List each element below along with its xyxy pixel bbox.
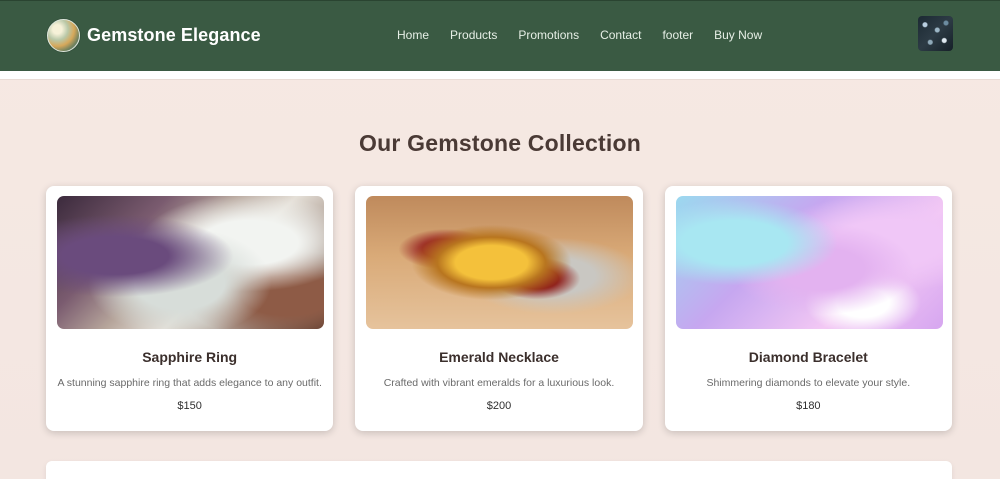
main-nav: Home Products Promotions Contact footer … [397, 27, 762, 43]
nav-promotions-link[interactable]: Promotions [518, 27, 579, 43]
product-name: Emerald Necklace [439, 349, 559, 365]
brand-logo-icon [47, 19, 80, 52]
collection-title: Our Gemstone Collection [359, 130, 641, 156]
product-price: $180 [796, 400, 821, 412]
product-description: A stunning sapphire ring that adds elega… [57, 377, 322, 389]
product-description: Crafted with vibrant emeralds for a luxu… [383, 377, 615, 389]
nav-contact-link[interactable]: Contact [600, 27, 641, 43]
product-card-diamond-bracelet[interactable]: Diamond Bracelet Shimmering diamonds to … [664, 186, 952, 431]
product-card-sapphire-ring[interactable]: Sapphire Ring A stunning sapphire ring t… [46, 186, 334, 431]
brand[interactable]: Gemstone Elegance [47, 19, 261, 52]
product-description: Shimmering diamonds to elevate your styl… [706, 377, 911, 389]
product-card-emerald-necklace[interactable]: Emerald Necklace Crafted with vibrant em… [355, 186, 643, 431]
product-price: $150 [177, 400, 202, 412]
product-grid: Sapphire Ring A stunning sapphire ring t… [46, 186, 952, 431]
nav-buy-now-link[interactable]: Buy Now [714, 27, 762, 43]
site-header: Gemstone Elegance Home Products Promotio… [0, 0, 1000, 71]
header-divider [0, 71, 1000, 80]
nav-home-link[interactable]: Home [397, 27, 429, 43]
product-name: Diamond Bracelet [748, 349, 868, 365]
brand-name: Gemstone Elegance [87, 25, 261, 45]
product-image [57, 196, 324, 329]
next-section-card [46, 461, 952, 479]
product-image [366, 196, 634, 329]
nav-footer-link[interactable]: footer [662, 27, 693, 43]
nav-products-link[interactable]: Products [450, 27, 497, 43]
product-name: Sapphire Ring [142, 349, 238, 365]
cart-thumbnail[interactable] [918, 16, 953, 51]
product-price: $200 [486, 400, 512, 412]
product-image [675, 196, 943, 329]
